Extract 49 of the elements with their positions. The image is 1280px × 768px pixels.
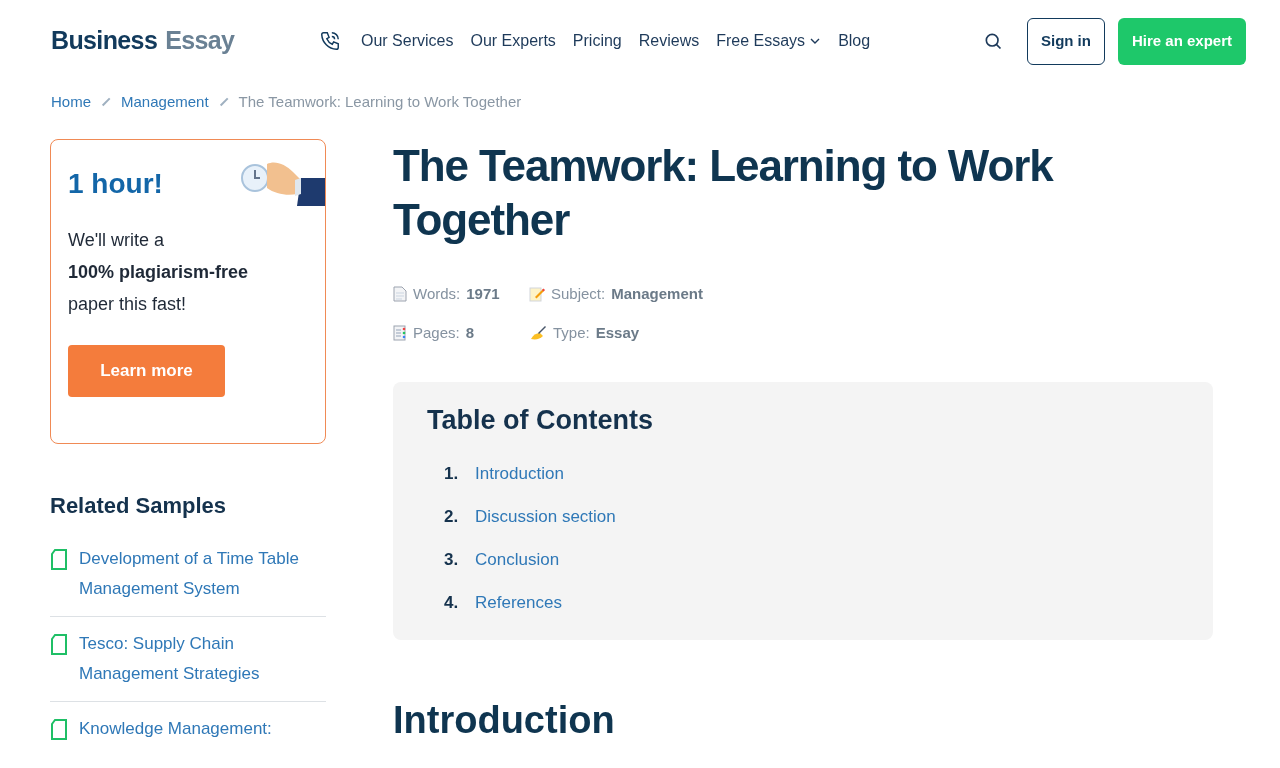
breadcrumb-current: The Teamwork: Learning to Work Together bbox=[238, 91, 522, 112]
breadcrumb-separator-icon bbox=[219, 97, 228, 107]
toc-heading: Table of Contents bbox=[427, 404, 654, 437]
document-icon bbox=[50, 549, 68, 570]
related-sample-link[interactable]: Development of a Time Table Management System bbox=[79, 544, 326, 604]
meta-label: Pages: bbox=[413, 322, 460, 343]
toc-number: 4. bbox=[444, 591, 460, 614]
document-icon bbox=[50, 719, 68, 740]
logo-wordmark-secondary: Essay bbox=[165, 25, 235, 57]
writing-hand-icon bbox=[529, 324, 547, 341]
toc-link[interactable]: Discussion section bbox=[475, 503, 616, 530]
toc-link[interactable]: Conclusion bbox=[475, 546, 560, 573]
logo-wordmark: Business bbox=[51, 25, 158, 57]
sign-in-button[interactable]: Sign in bbox=[1026, 17, 1105, 65]
document-icon bbox=[50, 634, 68, 655]
phone-icon[interactable] bbox=[319, 30, 341, 52]
meta-label: Words: bbox=[413, 284, 461, 304]
nav-link[interactable]: Blog bbox=[838, 29, 871, 53]
pages-icon bbox=[393, 324, 407, 341]
meta-value: Essay bbox=[595, 322, 640, 343]
promo-headline: 1 hour! bbox=[68, 170, 164, 198]
meta-label: Subject: bbox=[551, 284, 606, 304]
nav-link[interactable]: Pricing bbox=[572, 29, 622, 53]
meta-value: 1971 bbox=[466, 284, 500, 304]
document-icon bbox=[393, 286, 407, 303]
logo[interactable]: Business Essay bbox=[51, 22, 281, 60]
article-title: The Teamwork: Learning to Work Together bbox=[393, 140, 1055, 246]
learn-more-button[interactable]: Learn more bbox=[68, 345, 225, 397]
toc-number: 1. bbox=[444, 462, 460, 485]
nav-link[interactable]: Free Essays bbox=[716, 29, 822, 53]
memo-icon bbox=[529, 286, 545, 303]
toc-number: 3. bbox=[444, 548, 460, 571]
related-sample-link[interactable]: Knowledge Management: bbox=[79, 714, 272, 744]
section-heading: Introduction bbox=[393, 697, 616, 743]
nav-link[interactable]: Reviews bbox=[638, 29, 700, 53]
nav-link[interactable]: Our Services bbox=[361, 29, 454, 53]
breadcrumb-link[interactable]: Management bbox=[121, 90, 209, 114]
related-samples-heading: Related Samples bbox=[50, 492, 228, 520]
related-sample-link[interactable]: Tesco: Supply Chain Management Strategies bbox=[79, 629, 326, 689]
toc-link[interactable]: Introduction bbox=[475, 460, 564, 487]
nav-link[interactable]: Our Experts bbox=[470, 29, 556, 53]
toc-link[interactable]: References bbox=[475, 589, 562, 616]
meta-label: Type: bbox=[553, 322, 590, 343]
meta-value: Management bbox=[611, 284, 703, 304]
breadcrumb-separator-icon bbox=[101, 97, 111, 107]
breadcrumb-link[interactable]: Home bbox=[51, 90, 91, 114]
toc-number: 2. bbox=[444, 505, 460, 528]
promo-text: We'll write a 100% plagiarism-free paper this fast! bbox=[68, 229, 250, 316]
meta-value: 8 bbox=[465, 322, 475, 343]
